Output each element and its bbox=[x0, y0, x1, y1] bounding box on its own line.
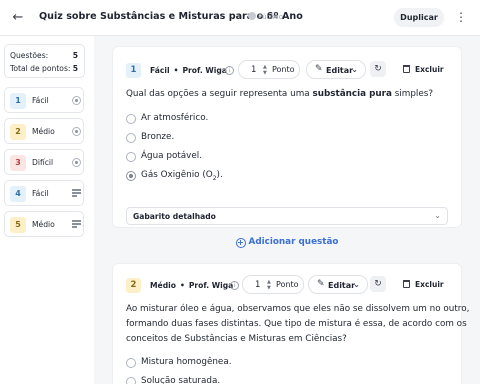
question-difficulty: Difícil bbox=[32, 158, 54, 167]
question-number-badge: 2 bbox=[10, 124, 26, 140]
pencil-icon: ✎ bbox=[315, 64, 323, 74]
quiz-summary: Questões: 5 Total de pontos: 5 bbox=[4, 44, 85, 78]
delete-label: Excluir bbox=[415, 280, 444, 289]
sidebar: Questões: 5 Total de pontos: 5 1 Fácil 2… bbox=[0, 36, 94, 384]
total-points-label: Total de pontos: bbox=[10, 64, 71, 73]
option-label: Ar atmosférico. bbox=[141, 113, 209, 123]
info-icon[interactable]: i bbox=[230, 281, 239, 290]
edit-dropdown-button[interactable]: ✎ Editar ⌄ bbox=[308, 275, 368, 294]
option-label: Gás Oxigênio (O2). bbox=[141, 170, 223, 182]
points-stepper[interactable]: 1 ▲ ▼ Ponto bbox=[242, 275, 304, 294]
delete-button[interactable]: Excluir bbox=[403, 280, 444, 289]
chevron-down-icon: ⌄ bbox=[351, 65, 358, 74]
regenerate-icon[interactable]: ↻ bbox=[370, 276, 386, 292]
trash-icon bbox=[403, 280, 410, 288]
plus-circle-icon: + bbox=[235, 238, 246, 248]
question-text-bold: substância pura bbox=[312, 89, 392, 99]
option-label: Mistura homogênea. bbox=[141, 357, 232, 367]
edit-dropdown-button[interactable]: ✎ Editar ⌄ bbox=[306, 60, 366, 79]
question-text-part: simples? bbox=[391, 89, 434, 99]
visibility-label: Público bbox=[258, 13, 283, 21]
chevron-down-icon: ⌄ bbox=[434, 211, 441, 220]
text-answer-icon bbox=[72, 220, 81, 229]
question-number-badge: 1 bbox=[10, 93, 26, 109]
radio-button-selected[interactable] bbox=[126, 171, 136, 181]
stepper-arrows-icon[interactable]: ▲ ▼ bbox=[263, 64, 267, 76]
regenerate-icon[interactable]: ↻ bbox=[370, 61, 386, 77]
question-card-1: 1 Fácil • Prof. Wiga i 1 ▲ ▼ Ponto ✎ Editar… bbox=[112, 46, 462, 228]
radio-button[interactable] bbox=[126, 133, 136, 143]
radio-button[interactable] bbox=[126, 377, 136, 384]
detailed-answer-label: Gabarito detalhado bbox=[133, 212, 216, 221]
question-text-part: Qual das opções a seguir representa uma bbox=[126, 89, 313, 99]
top-bar: ← Quiz sobre Substâncias e Misturas para… bbox=[0, 0, 480, 36]
multiple-choice-icon bbox=[72, 127, 81, 136]
difficulty-label: Fácil bbox=[150, 66, 170, 75]
question-number-badge: 4 bbox=[10, 186, 26, 202]
add-question-label: Adicionar questão bbox=[248, 237, 339, 247]
question-number-badge: 1 bbox=[126, 63, 141, 78]
option-label-text: Gás Oxigênio (O bbox=[141, 170, 213, 180]
radio-button[interactable] bbox=[126, 114, 136, 124]
question-meta: Médio • Prof. Wiga bbox=[150, 281, 234, 290]
question-meta: Fácil • Prof. Wiga bbox=[150, 66, 227, 75]
option-label: Solução saturada. bbox=[141, 376, 221, 384]
points-unit: Ponto bbox=[276, 280, 299, 289]
sidebar-question-5[interactable]: 5 Médio bbox=[4, 211, 84, 237]
delete-button[interactable]: Excluir bbox=[403, 65, 444, 74]
question-difficulty: Médio bbox=[32, 127, 55, 136]
globe-icon bbox=[248, 12, 256, 20]
question-difficulty: Fácil bbox=[32, 96, 49, 105]
multiple-choice-icon bbox=[72, 158, 81, 167]
author-label: Prof. Wiga bbox=[188, 281, 234, 290]
question-text-line: conceitos de Substâncias e Misturas em C… bbox=[126, 334, 347, 344]
question-difficulty: Fácil bbox=[32, 189, 49, 198]
sidebar-question-4[interactable]: 4 Fácil bbox=[4, 180, 84, 206]
info-icon[interactable]: i bbox=[225, 66, 234, 75]
pencil-icon: ✎ bbox=[317, 279, 325, 289]
question-editor: 1 Fácil • Prof. Wiga i 1 ▲ ▼ Ponto ✎ Editar… bbox=[94, 36, 480, 384]
question-number-badge: 2 bbox=[126, 278, 141, 293]
sidebar-question-1[interactable]: 1 Fácil bbox=[4, 87, 84, 113]
question-text-line: Ao misturar óleo e água, observamos que … bbox=[126, 304, 470, 314]
author-label: Prof. Wiga bbox=[182, 66, 227, 75]
questions-count: 5 bbox=[72, 51, 78, 60]
points-unit: Ponto bbox=[272, 65, 295, 74]
difficulty-label: Médio bbox=[150, 281, 176, 290]
option-label: Bronze. bbox=[141, 132, 175, 142]
radio-button[interactable] bbox=[126, 358, 136, 368]
back-arrow-icon[interactable]: ← bbox=[10, 10, 26, 26]
points-stepper[interactable]: 1 ▲ ▼ Ponto bbox=[238, 60, 300, 79]
question-difficulty: Médio bbox=[32, 220, 55, 229]
question-text: Qual das opções a seguir representa uma … bbox=[126, 87, 433, 102]
question-card-2: 2 Médio • Prof. Wiga i 1 ▲ ▼ Ponto ✎ Editar… bbox=[112, 263, 470, 384]
question-number-badge: 3 bbox=[10, 155, 26, 171]
points-value: 1 bbox=[251, 65, 257, 75]
more-options-icon[interactable]: ⋮ bbox=[455, 9, 467, 26]
edit-label: Editar bbox=[328, 281, 356, 290]
duplicate-button[interactable]: Duplicar bbox=[394, 8, 444, 27]
edit-label: Editar bbox=[326, 66, 354, 75]
questions-count-label: Questões: bbox=[10, 51, 49, 60]
chevron-down-icon: ⌄ bbox=[353, 280, 360, 289]
visibility-indicator: Público bbox=[248, 12, 283, 21]
delete-label: Excluir bbox=[415, 65, 444, 74]
option-label: Água potável. bbox=[141, 151, 203, 161]
question-number-badge: 5 bbox=[10, 217, 26, 233]
detailed-answer-dropdown[interactable]: Gabarito detalhado ⌄ bbox=[126, 207, 448, 225]
question-text: Ao misturar óleo e água, observamos que … bbox=[126, 302, 470, 347]
question-text-line: formando duas fases distintas. Que tipo … bbox=[126, 319, 467, 329]
stepper-arrows-icon[interactable]: ▲ ▼ bbox=[267, 279, 271, 291]
multiple-choice-icon bbox=[72, 96, 81, 105]
total-points: 5 bbox=[72, 64, 78, 73]
sidebar-question-2[interactable]: 2 Médio bbox=[4, 118, 84, 144]
radio-button[interactable] bbox=[126, 152, 136, 162]
points-value: 1 bbox=[255, 280, 261, 290]
sidebar-question-3[interactable]: 3 Difícil bbox=[4, 149, 84, 175]
add-question-button[interactable]: + Adicionar questão bbox=[122, 237, 452, 248]
trash-icon bbox=[403, 65, 410, 73]
text-answer-icon bbox=[72, 189, 81, 198]
option-label-text: ). bbox=[216, 170, 223, 180]
